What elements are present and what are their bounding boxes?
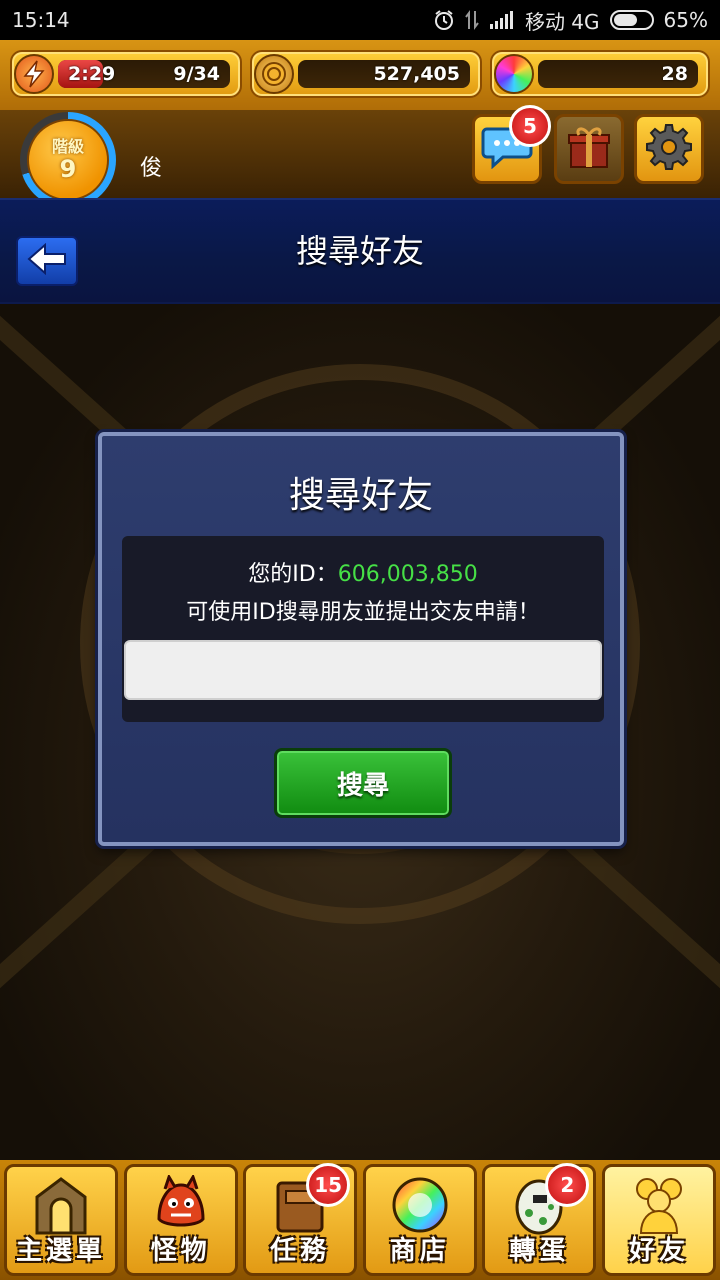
nav-main-menu[interactable]: 主選單: [4, 1164, 118, 1276]
rank-label: 階級: [51, 137, 84, 156]
gift-icon: [565, 123, 613, 175]
stamina-count: 9/34: [173, 63, 220, 85]
nav-label: 怪物: [150, 1236, 211, 1266]
rainbow-orb-icon: [494, 54, 534, 94]
nav-quests[interactable]: 任務 15: [243, 1163, 358, 1276]
stamina-meter[interactable]: 2:29 9/34: [10, 50, 242, 98]
id-info-box: 您的ID：606,003,850 可使用ID搜尋朋友並提出交友申請！: [122, 536, 604, 722]
orb-counter: 28: [490, 50, 710, 98]
nav-label: 主選單: [15, 1236, 106, 1266]
page-title: 搜尋好友: [295, 232, 424, 270]
gate-icon: [29, 1175, 93, 1235]
nav-monsters[interactable]: 怪物: [123, 1164, 238, 1276]
own-id-line: 您的ID：606,003,850: [122, 556, 604, 588]
rank-value: 9: [59, 155, 77, 183]
nav-label: 好友: [628, 1236, 689, 1266]
coin-amount: 527,405: [373, 63, 460, 85]
nav-label: 任務: [270, 1236, 331, 1266]
nav-shop[interactable]: 商店: [362, 1164, 477, 1276]
nav-label: 商店: [389, 1236, 450, 1266]
signal-icon: [489, 10, 515, 30]
bottom-nav: 主選單 怪物 任務 15 商店 轉蛋 2 好友: [0, 1160, 720, 1280]
rank-badge: 階級 9: [27, 119, 109, 201]
battery-icon: [609, 10, 654, 30]
search-button[interactable]: 搜尋: [274, 748, 452, 818]
page-header: 搜尋好友: [0, 198, 720, 304]
stamina-timer: 2:29: [68, 63, 116, 85]
friend-id-input[interactable]: [124, 640, 602, 700]
player-name: 俊: [140, 156, 163, 181]
rank-gauge[interactable]: 階級 9: [20, 112, 116, 208]
coin-track: 527,405: [298, 60, 470, 88]
own-id-value: 606,003,850: [337, 562, 478, 587]
orb-amount: 28: [661, 63, 688, 85]
lightning-icon: [14, 54, 54, 94]
data-transfer-icon: [465, 9, 479, 31]
resource-hud: 2:29 9/34 527,405 28: [0, 40, 720, 110]
chat-button[interactable]: 5: [472, 105, 551, 184]
chat-badge: 5: [509, 105, 551, 147]
settings-button[interactable]: [634, 114, 704, 184]
gacha-badge: 2: [545, 1163, 590, 1207]
nav-label: 轉蛋: [509, 1236, 570, 1266]
battery-percent: 65%: [663, 8, 708, 32]
carrier-label: 移动 4G: [524, 9, 600, 34]
orb-icon: [388, 1175, 452, 1235]
nav-friends[interactable]: 好友: [601, 1164, 716, 1276]
nav-gacha[interactable]: 轉蛋 2: [482, 1163, 597, 1276]
gift-button[interactable]: [554, 114, 624, 184]
status-bar: 15:14 移动 4G 65%: [0, 0, 720, 40]
orb-track: 28: [538, 60, 698, 88]
alarm-icon: [433, 9, 455, 31]
monster-icon: [149, 1175, 213, 1235]
coin-counter: 527,405: [250, 50, 482, 98]
quests-badge: 15: [306, 1163, 351, 1207]
own-id-label: 您的ID：: [248, 562, 338, 587]
coin-icon: [254, 54, 294, 94]
gear-icon: [645, 123, 693, 175]
status-time: 15:14: [12, 8, 70, 32]
friends-icon: [627, 1175, 691, 1235]
dialog-title: 搜尋好友: [288, 475, 433, 516]
search-hint: 可使用ID搜尋朋友並提出交友申請！: [186, 600, 540, 625]
stamina-track: 2:29 9/34: [58, 60, 230, 88]
search-friend-dialog: 搜尋好友 您的ID：606,003,850 可使用ID搜尋朋友並提出交友申請！ …: [98, 432, 624, 846]
battery-level: [613, 14, 637, 26]
status-right: 移动 4G 65%: [433, 6, 708, 35]
